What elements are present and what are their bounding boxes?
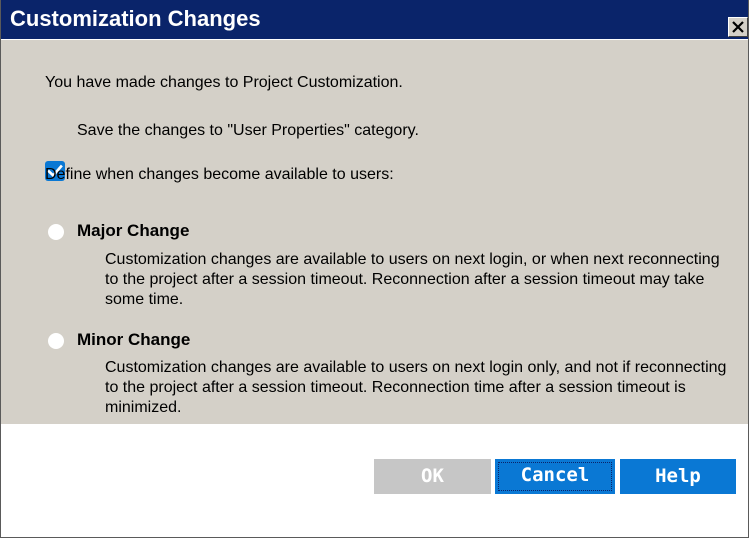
title-bar[interactable]: Customization Changes	[1, 0, 748, 39]
major-change-label[interactable]: Major Change	[77, 221, 189, 241]
save-changes-label[interactable]: Save the changes to "User Properties" ca…	[77, 121, 419, 141]
close-icon	[732, 21, 744, 33]
major-change-description: Customization changes are available to u…	[105, 251, 720, 308]
dialog-title: Customization Changes	[10, 6, 261, 31]
close-button[interactable]	[728, 17, 748, 37]
minor-change-label[interactable]: Minor Change	[77, 330, 190, 350]
ok-button[interactable]: OK	[374, 459, 491, 494]
customization-changes-dialog: Customization Changes You have made chan…	[0, 0, 749, 538]
cancel-button[interactable]: Cancel	[495, 459, 615, 494]
minor-change-description: Customization changes are available to u…	[105, 359, 727, 416]
major-change-radio[interactable]	[48, 224, 64, 240]
dialog-content: You have made changes to Project Customi…	[1, 40, 748, 424]
minor-change-radio[interactable]	[48, 333, 64, 349]
define-prompt-text: Define when changes become available to …	[45, 166, 394, 183]
intro-text: You have made changes to Project Customi…	[45, 74, 403, 91]
focus-ring	[498, 462, 612, 491]
help-button[interactable]: Help	[620, 459, 736, 494]
